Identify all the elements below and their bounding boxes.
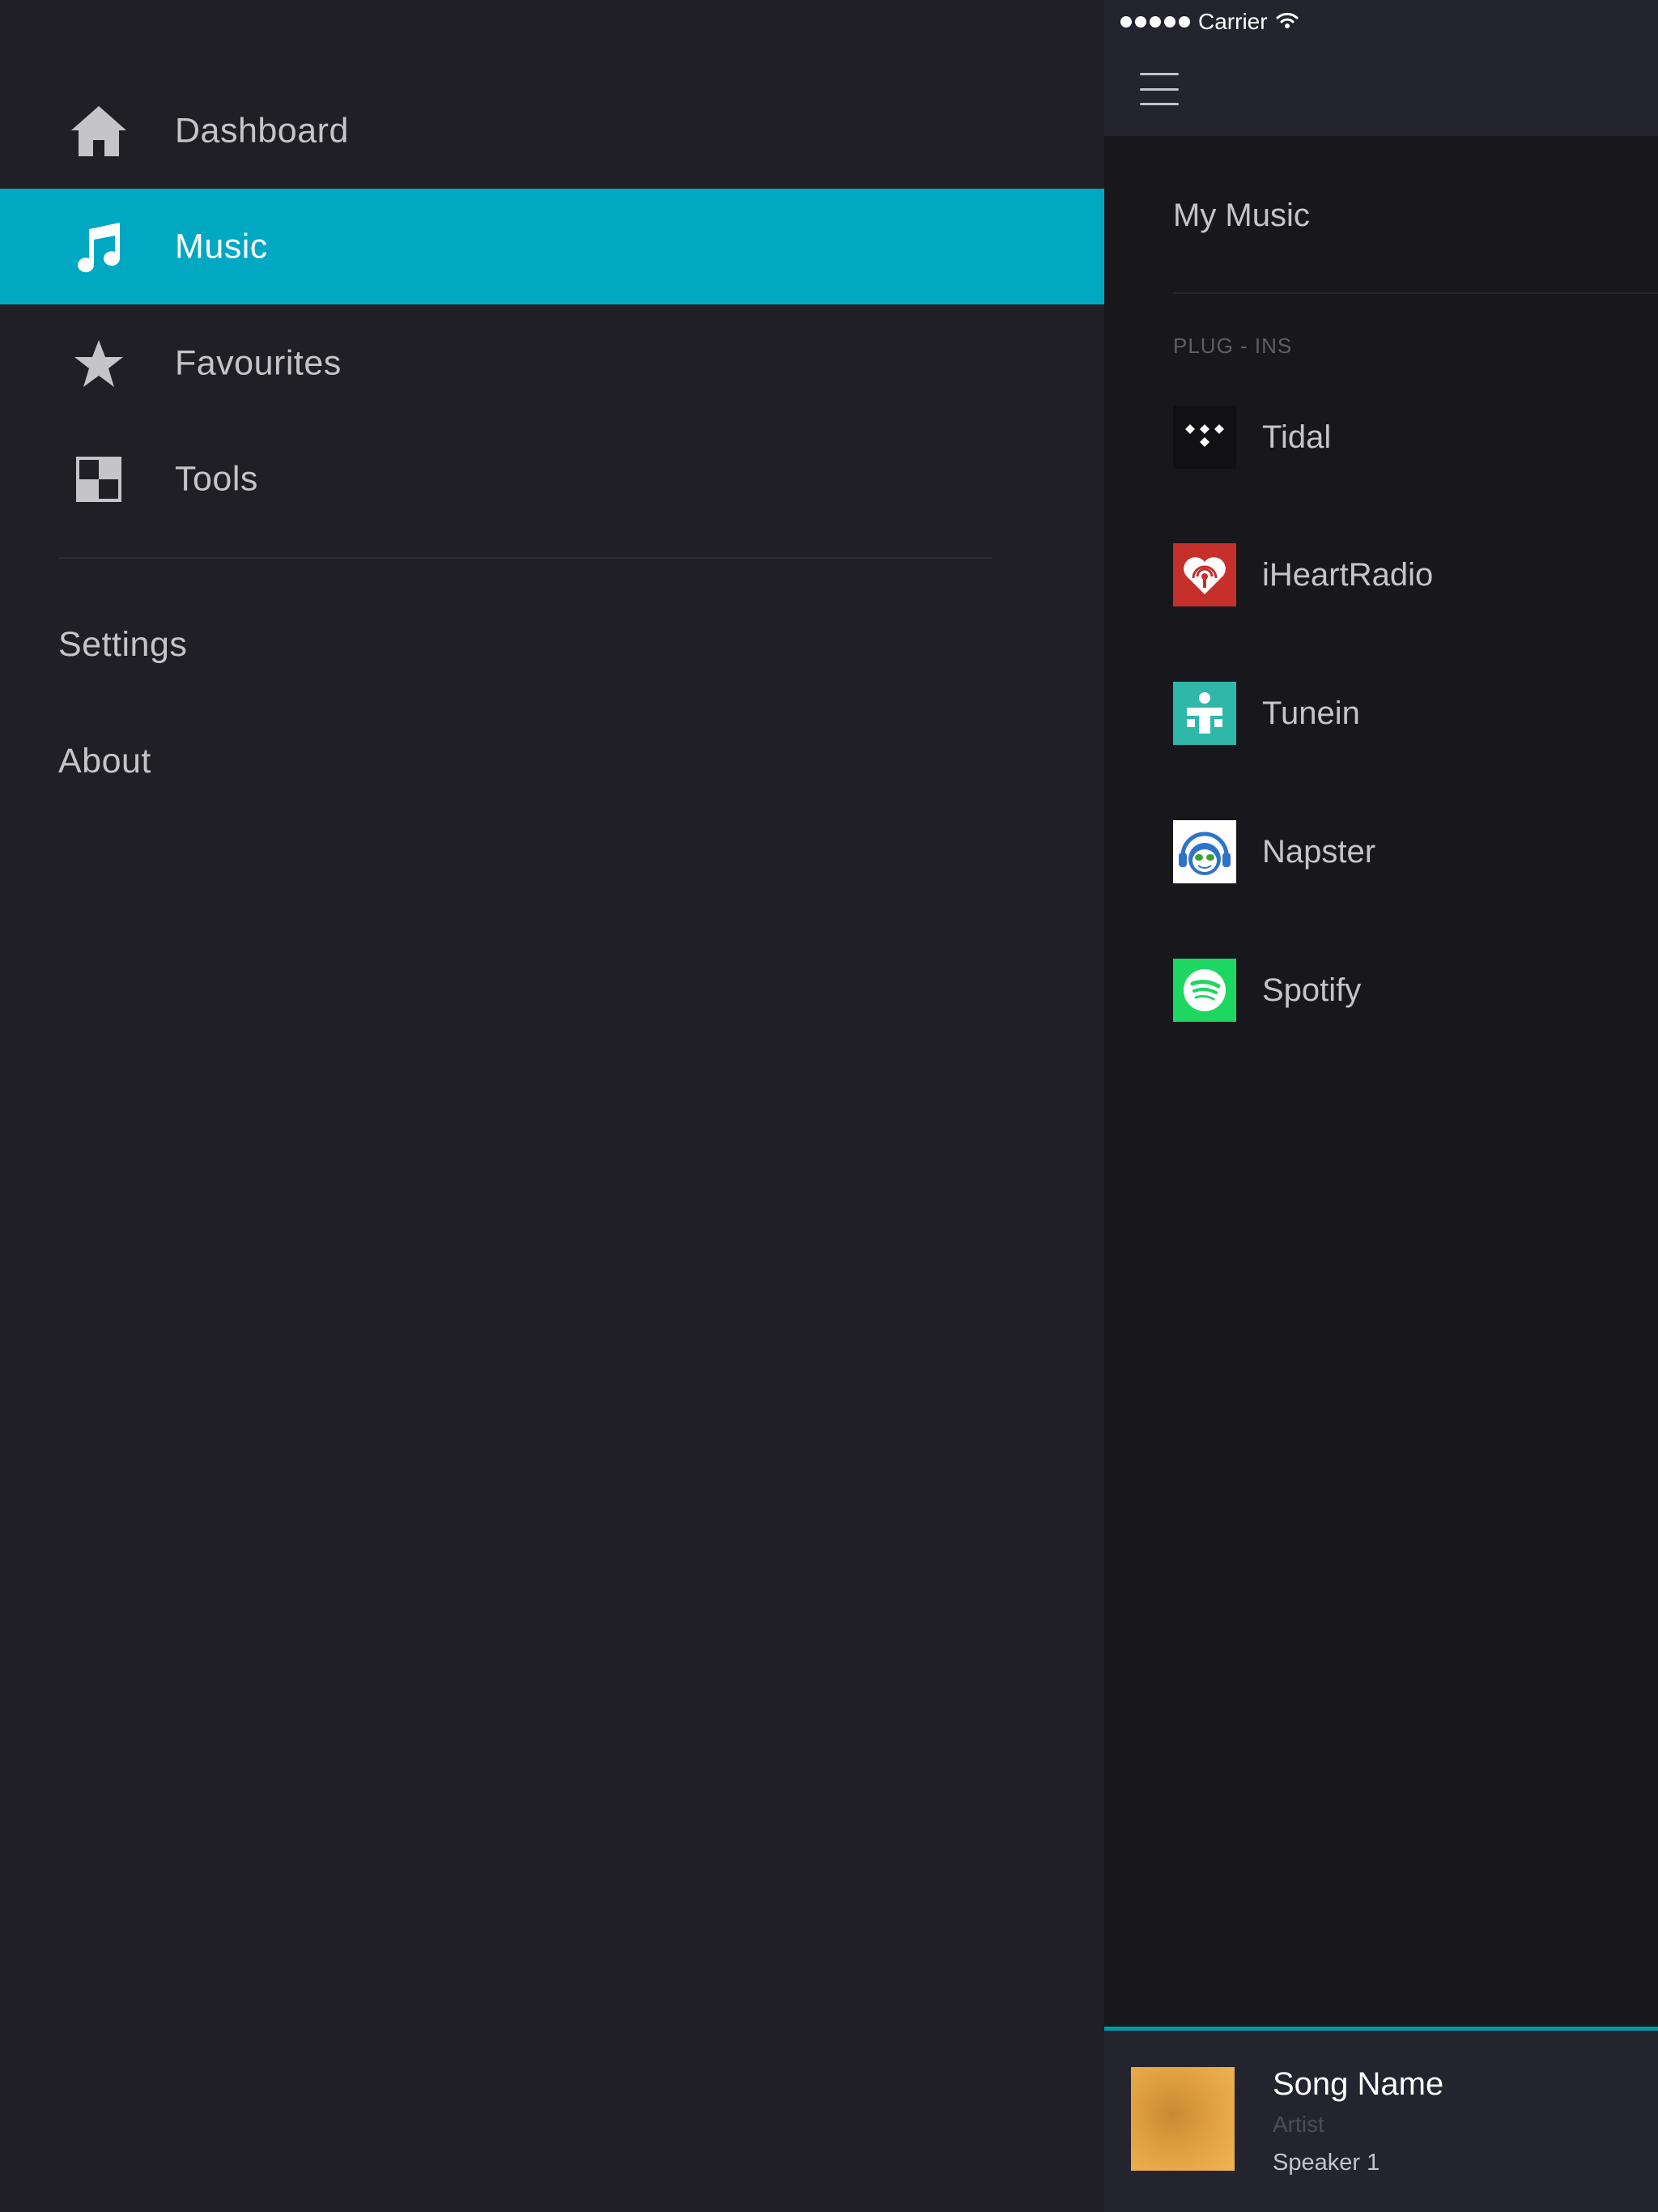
music-panel: Carrier My Music PLUG - INS Tidal iHeart… xyxy=(1104,0,1658,2212)
tidal-logo-icon xyxy=(1173,406,1236,469)
nav-item-label: Dashboard xyxy=(175,111,349,150)
plugin-item-napster[interactable]: Napster xyxy=(1173,819,1658,884)
carrier-label: Carrier xyxy=(1198,9,1268,34)
wifi-icon xyxy=(1276,9,1299,35)
speaker-name: Speaker 1 xyxy=(1273,2150,1380,2176)
my-music-item[interactable]: My Music xyxy=(1173,198,1310,234)
plugin-name: Spotify xyxy=(1262,972,1362,1008)
nav-item-label: Favourites xyxy=(175,343,342,382)
status-bar: Carrier xyxy=(1120,8,1299,36)
nav-item-dashboard[interactable]: Dashboard xyxy=(0,73,1104,189)
signal-dots-icon xyxy=(1120,16,1190,28)
now-playing-bar[interactable]: Song Name Artist Speaker 1 xyxy=(1104,2027,1658,2212)
plugin-name: iHeartRadio xyxy=(1262,556,1434,593)
plugin-item-spotify[interactable]: Spotify xyxy=(1173,958,1658,1023)
star-icon xyxy=(68,333,130,394)
song-title: Song Name xyxy=(1273,2066,1444,2102)
hamburger-menu-icon[interactable] xyxy=(1140,73,1182,105)
plugin-name: Napster xyxy=(1262,833,1376,870)
section-divider xyxy=(1173,292,1658,294)
nav-item-music[interactable]: Music xyxy=(0,189,1104,304)
plugin-name: Tidal xyxy=(1262,419,1332,455)
plugin-item-tunein[interactable]: Tunein xyxy=(1173,681,1658,746)
artist-name: Artist xyxy=(1273,2112,1324,2137)
drawer-divider xyxy=(58,557,993,559)
nav-item-favourites[interactable]: Favourites xyxy=(0,305,1104,421)
home-icon xyxy=(68,100,130,162)
iheartradio-logo-icon xyxy=(1173,543,1236,606)
album-art[interactable] xyxy=(1131,2067,1235,2171)
nav-item-tools[interactable]: Tools xyxy=(0,421,1104,537)
nav-item-label: Music xyxy=(175,227,268,266)
top-bar: Carrier xyxy=(1104,0,1658,136)
plugin-item-iheartradio[interactable]: iHeartRadio xyxy=(1173,542,1658,607)
nav-item-label: Tools xyxy=(175,459,258,498)
about-link[interactable]: About xyxy=(58,742,151,781)
settings-link[interactable]: Settings xyxy=(58,625,187,665)
plugin-name: Tunein xyxy=(1262,695,1360,731)
music-note-icon xyxy=(68,216,130,278)
tunein-logo-icon xyxy=(1173,682,1236,745)
plugins-section-header: PLUG - INS xyxy=(1173,334,1293,358)
napster-logo-icon xyxy=(1173,820,1236,883)
tools-grid-icon xyxy=(68,449,130,510)
navigation-drawer: Dashboard Music Favourites Tools Setting xyxy=(0,0,1104,2212)
spotify-logo-icon xyxy=(1173,959,1236,1022)
plugin-item-tidal[interactable]: Tidal xyxy=(1173,405,1658,470)
